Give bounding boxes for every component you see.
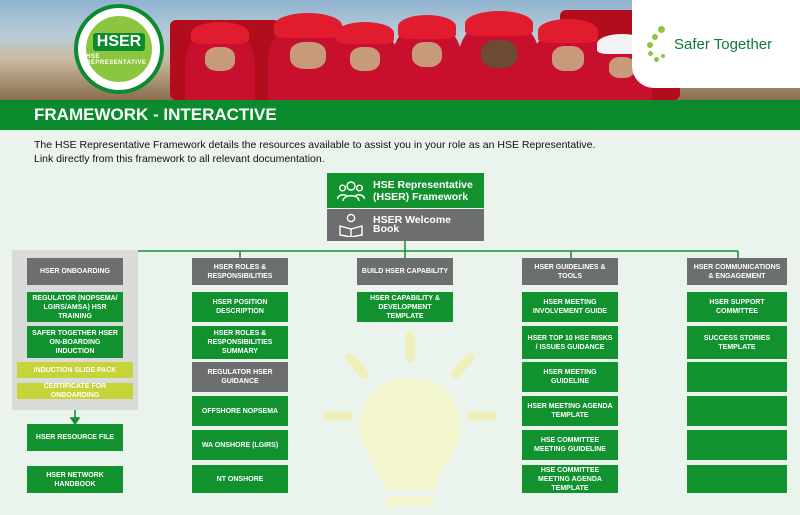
welcome-book-box[interactable]: HSER Welcome Book	[327, 209, 484, 241]
wa-onshore-box[interactable]: WA ONSHORE (LGIRS)	[192, 430, 288, 460]
top-10-risks-box[interactable]: HSER TOP 10 HSE RISKS / ISSUES GUIDANCE	[522, 326, 618, 359]
induction-slide-pack-box[interactable]: INDUCTION SLIDE PACK	[17, 362, 133, 378]
roles-summary-box[interactable]: HSER ROLES & RESPONSIBILITIES SUMMARY	[192, 326, 288, 359]
onboarding-induction-box[interactable]: SAFER TOGETHER HSER ON-BOARDING INDUCTIO…	[27, 326, 123, 358]
hsr-training-label: REGULATOR (NOPSEMA/ LGIRS/AMSA) HSR TRAI…	[32, 294, 118, 320]
communications-header-label: HSER COMMUNICATIONS & ENGAGEMENT	[693, 263, 781, 280]
empty-slot-box[interactable]	[687, 430, 787, 460]
meeting-involvement-label: HSER MEETING INVOLVEMENT GUIDE	[532, 299, 608, 315]
framework-root-box[interactable]: HSE Representative (HSER) Framework	[327, 173, 484, 208]
regulator-guidance-label: REGULATOR HSER GUIDANCE	[207, 369, 273, 385]
committee-guideline-label: HSE COMMITTEE MEETING GUIDELINE	[534, 437, 606, 453]
meeting-agenda-box[interactable]: HSER MEETING AGENDA TEMPLATE	[522, 396, 618, 426]
meeting-involvement-box[interactable]: HSER MEETING INVOLVEMENT GUIDE	[522, 292, 618, 322]
success-stories-box[interactable]: SUCCESS STORIES TEMPLATE	[687, 326, 787, 359]
people-group-icon	[337, 180, 365, 201]
resource-file-label: HSER RESOURCE FILE	[35, 434, 115, 441]
network-handbook-label: HSER NETWORK HANDBOOK	[46, 471, 104, 488]
empty-slot-box[interactable]	[687, 396, 787, 426]
nt-onshore-box[interactable]: NT ONSHORE	[192, 465, 288, 493]
wa-onshore-label: WA ONSHORE (LGIRS)	[201, 441, 279, 449]
onboarding-header-label: HSER ONBOARDING	[39, 268, 110, 275]
empty-slot-box[interactable]	[687, 362, 787, 392]
nt-onshore-label: NT ONSHORE	[216, 475, 264, 483]
resource-file-box[interactable]: HSER RESOURCE FILE	[27, 424, 123, 451]
capability-header-label: BUILD HSER CAPABILITY	[361, 268, 449, 275]
position-description-box[interactable]: HSER POSITION DESCRIPTION	[192, 292, 288, 322]
meeting-guideline-label: HSER MEETING GUIDELINE	[543, 369, 597, 385]
network-handbook-box[interactable]: HSER NETWORK HANDBOOK	[27, 466, 123, 493]
communications-header-box[interactable]: HSER COMMUNICATIONS & ENGAGEMENT	[687, 258, 787, 285]
capability-template-box[interactable]: HSER CAPABILITY & DEVELOPMENT TEMPLATE	[357, 292, 453, 322]
success-stories-label: SUCCESS STORIES TEMPLATE	[703, 334, 771, 351]
onboarding-certificate-box[interactable]: CERTIFICATE FOR ONBOARDING	[17, 383, 133, 399]
offshore-nopsema-label: OFFSHORE NOPSEMA	[201, 407, 279, 415]
meeting-guideline-box[interactable]: HSER MEETING GUIDELINE	[522, 362, 618, 392]
induction-slide-pack-label: INDUCTION SLIDE PACK	[33, 366, 117, 374]
committee-guideline-box[interactable]: HSE COMMITTEE MEETING GUIDELINE	[522, 430, 618, 460]
committee-agenda-label: HSE COMMITTEE MEETING AGENDA TEMPLATE	[538, 466, 602, 492]
capability-template-label: HSER CAPABILITY & DEVELOPMENT TEMPLATE	[370, 294, 440, 320]
onboarding-induction-label: SAFER TOGETHER HSER ON-BOARDING INDUCTIO…	[32, 329, 118, 355]
regulator-guidance-box[interactable]: REGULATOR HSER GUIDANCE	[192, 362, 288, 392]
position-description-label: HSER POSITION DESCRIPTION	[212, 299, 268, 315]
capability-header-box[interactable]: BUILD HSER CAPABILITY	[357, 258, 453, 285]
roles-header-box[interactable]: HSER ROLES & RESPONSIBILITIES	[192, 258, 288, 285]
hsr-training-box[interactable]: REGULATOR (NOPSEMA/ LGIRS/AMSA) HSR TRAI…	[27, 292, 123, 322]
guidelines-header-label: HSER GUIDELINES & TOOLS	[534, 263, 606, 280]
welcome-book-label: HSER Welcome Book	[373, 214, 451, 235]
top-10-risks-label: HSER TOP 10 HSE RISKS / ISSUES GUIDANCE	[527, 334, 613, 351]
committee-agenda-box[interactable]: HSE COMMITTEE MEETING AGENDA TEMPLATE	[522, 465, 618, 493]
onboarding-certificate-label: CERTIFICATE FOR ONBOARDING	[43, 383, 107, 399]
framework-root-label: HSE Representative (HSER) Framework	[373, 178, 473, 203]
offshore-nopsema-box[interactable]: OFFSHORE NOPSEMA	[192, 396, 288, 426]
onboarding-header-box[interactable]: HSER ONBOARDING	[27, 258, 123, 285]
roles-summary-label: HSER ROLES & RESPONSIBILITIES SUMMARY	[207, 330, 273, 355]
support-committee-label: HSER SUPPORT COMMITTEE	[709, 299, 765, 315]
support-committee-box[interactable]: HSER SUPPORT COMMITTEE	[687, 292, 787, 322]
guidelines-header-box[interactable]: HSER GUIDELINES & TOOLS	[522, 258, 618, 285]
empty-slot-box[interactable]	[687, 465, 787, 493]
meeting-agenda-label: HSER MEETING AGENDA TEMPLATE	[527, 403, 613, 419]
reading-person-icon	[339, 213, 363, 237]
roles-header-label: HSER ROLES & RESPONSIBILITIES	[207, 263, 273, 280]
